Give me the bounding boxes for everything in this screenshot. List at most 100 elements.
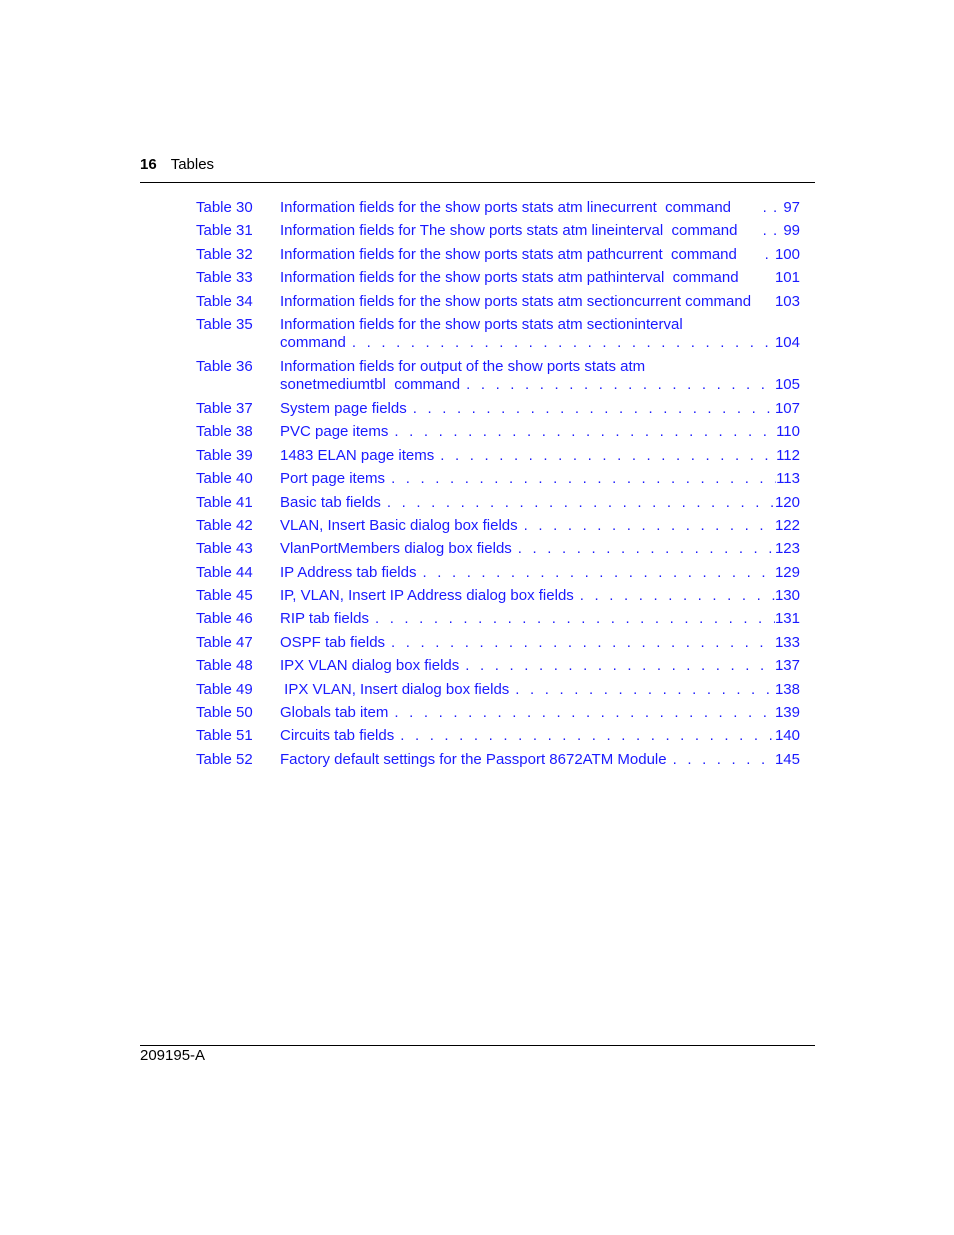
toc-entry[interactable]: Table 38 PVC page items . . . . . . . . . … [196, 423, 800, 441]
toc-entry-label[interactable]: Table 33 [196, 269, 253, 287]
toc-entry-label[interactable]: Table 50 [196, 704, 253, 722]
toc-entry[interactable]: Table 45 IP, VLAN, Insert IP Address dial… [196, 587, 800, 605]
toc-entry[interactable]: Table 50 Globals tab item . . . . . . . . … [196, 704, 800, 722]
toc-entry[interactable]: Table 33 Information fields for the show … [196, 269, 800, 287]
toc-entry-label[interactable]: Table 40 [196, 470, 253, 488]
toc-entry-label[interactable]: Table 42 [196, 517, 253, 535]
toc-entry-title[interactable]: Information fields for the show ports st… [280, 199, 731, 217]
toc-entry-title[interactable]: IP Address tab fields [280, 564, 416, 582]
toc-entry-label[interactable]: Table 35 [196, 316, 253, 334]
toc-entry[interactable]: Table 35 Information fields for the show … [196, 316, 800, 352]
toc-entry-page-number[interactable]: 138 [775, 681, 800, 699]
toc-entry-page-number[interactable]: 112 [776, 447, 800, 465]
toc-entry-title[interactable]: OSPF tab fields [280, 634, 385, 652]
toc-entry-title[interactable]: PVC page items [280, 423, 388, 441]
toc-entry-label[interactable]: Table 38 [196, 423, 253, 441]
toc-entry-label[interactable]: Table 45 [196, 587, 253, 605]
toc-entry[interactable]: Table 30 Information fields for the show … [196, 199, 800, 217]
toc-entry-label[interactable]: Table 49 [196, 681, 253, 699]
toc-entry[interactable]: Table 43 VlanPortMembers dialog box field… [196, 540, 800, 558]
section-title: Tables [170, 156, 215, 173]
dot-leader: . . [757, 222, 784, 240]
toc-entry-label[interactable]: Table 47 [196, 634, 253, 652]
toc-entry[interactable]: Table 40 Port page items . . . . . . . . .… [196, 470, 800, 488]
toc-entry-label[interactable]: Table 46 [196, 610, 253, 628]
dot-leader: . . . . . . . . . . . . . . . . . . . . … [465, 657, 775, 675]
toc-entry-title[interactable]: RIP tab fields [280, 610, 369, 628]
toc-entry[interactable]: Table 52 Factory default settings for the… [196, 751, 800, 769]
toc-entry-title[interactable]: VlanPortMembers dialog box fields [280, 540, 512, 558]
toc-entry-label[interactable]: Table 37 [196, 400, 253, 418]
toc-entry-label[interactable]: Table 31 [196, 222, 253, 240]
toc-entry-title[interactable]: Globals tab item [280, 704, 388, 722]
toc-entry[interactable]: Table 47 OSPF tab fields . . . . . . . . .… [196, 634, 800, 652]
toc-entry-page-number[interactable]: 131 [775, 610, 800, 628]
toc-entry[interactable]: Table 46 RIP tab fields . . . . . . . . . … [196, 610, 800, 628]
toc-entry-page-number[interactable]: 120 [775, 494, 800, 512]
toc-entry-label[interactable]: Table 34 [196, 293, 253, 311]
toc-entry-page-number[interactable]: 139 [775, 704, 800, 722]
toc-entry-page-number[interactable]: 140 [775, 727, 800, 745]
toc-entry-page-number[interactable]: 129 [775, 564, 800, 582]
toc-entry[interactable]: Table 51 Circuits tab fields . . . . . . .… [196, 727, 800, 745]
toc-entry-label[interactable]: Table 32 [196, 246, 253, 264]
toc-entry-title[interactable]: IP, VLAN, Insert IP Address dialog box f… [280, 587, 574, 605]
toc-entry-label[interactable]: Table 48 [196, 657, 253, 675]
toc-entry[interactable]: Table 41 Basic tab fields . . . . . . . . … [196, 494, 800, 512]
toc-entry-label[interactable]: Table 36 [196, 358, 253, 376]
toc-entry[interactable]: Table 49 IPX VLAN, Insert dialog box fie… [196, 681, 800, 699]
toc-entry-page-number[interactable]: 110 [776, 423, 800, 441]
toc-entry-page-number[interactable]: 107 [775, 400, 800, 418]
toc-entry-title[interactable]: Information fields for the show ports st… [280, 246, 737, 264]
toc-entry-title[interactable]: System page fields [280, 400, 407, 418]
toc-entry-page-number[interactable]: 133 [775, 634, 800, 652]
toc-entry-page-number[interactable]: 122 [775, 517, 800, 535]
toc-entry-label[interactable]: Table 43 [196, 540, 253, 558]
toc-entry-title[interactable]: IPX VLAN, Insert dialog box fields [280, 681, 509, 699]
toc-entry-title[interactable]: Information fields for the show ports st… [280, 316, 683, 334]
toc-entry-label[interactable]: Table 41 [196, 494, 253, 512]
toc-entry-page-number[interactable]: 105 [775, 376, 800, 394]
toc-entry-title[interactable]: VLAN, Insert Basic dialog box fields [280, 517, 518, 535]
toc-entry-page-number[interactable]: 113 [776, 470, 800, 488]
toc-entry-page-number[interactable]: 99 [783, 222, 800, 240]
toc-entry-title[interactable]: Port page items [280, 470, 385, 488]
toc-entry-label[interactable]: Table 44 [196, 564, 253, 582]
toc-entry-title[interactable]: IPX VLAN dialog box fields [280, 657, 459, 675]
toc-entry[interactable]: Table 31 Information fields for The show … [196, 222, 800, 240]
footer-divider [140, 1045, 815, 1046]
toc-entry-title[interactable]: command [280, 334, 346, 352]
toc-entry-title[interactable]: Information fields for output of the sho… [280, 358, 645, 376]
toc-entry[interactable]: Table 32 Information fields for the show … [196, 246, 800, 264]
toc-entry-label[interactable]: Table 51 [196, 727, 253, 745]
toc-entry[interactable]: Table 42 VLAN, Insert Basic dialog box fi… [196, 517, 800, 535]
toc-entry[interactable]: Table 39 1483 ELAN page items . . . . . . … [196, 447, 800, 465]
toc-entry-page-number[interactable]: 123 [775, 540, 800, 558]
toc-entry-page-number[interactable]: 100 [775, 246, 800, 264]
toc-entry[interactable]: Table 34 Information fields for the show … [196, 293, 800, 311]
dot-leader: . [759, 245, 775, 263]
toc-entry[interactable]: Table 36 Information fields for output of… [196, 358, 800, 394]
toc-entry-title[interactable]: Basic tab fields [280, 494, 381, 512]
toc-entry-title[interactable]: Information fields for the show ports st… [280, 269, 739, 287]
toc-entry[interactable]: Table 44 IP Address tab fields . . . . . .… [196, 564, 800, 582]
toc-entry-page-number[interactable]: 104 [775, 334, 800, 352]
toc-entry-title[interactable]: Information fields for The show ports st… [280, 222, 737, 240]
toc-entry-label[interactable]: Table 30 [196, 199, 253, 217]
toc-entry[interactable]: Table 37 System page fields . . . . . . . … [196, 400, 800, 418]
toc-entry-title[interactable]: Circuits tab fields [280, 727, 394, 745]
toc-entry-label[interactable]: Table 39 [196, 447, 253, 465]
toc-entry-page-number[interactable]: 101 [775, 269, 800, 287]
toc-entry[interactable]: Table 48 IPX VLAN dialog box fields . . . … [196, 657, 800, 675]
toc-entry-page-number[interactable]: 103 [775, 293, 800, 311]
toc-entry-label[interactable]: Table 52 [196, 751, 253, 769]
dot-leader: . . . . . . . . . . . . . . . . . . . . … [515, 680, 775, 698]
toc-entry-title[interactable]: sonetmediumtbl command [280, 376, 460, 394]
toc-entry-title[interactable]: Factory default settings for the Passpor… [280, 751, 667, 769]
toc-entry-page-number[interactable]: 130 [775, 587, 800, 605]
toc-entry-page-number[interactable]: 145 [775, 751, 800, 769]
toc-entry-title[interactable]: Information fields for the show ports st… [280, 293, 751, 311]
toc-entry-page-number[interactable]: 97 [783, 199, 800, 217]
toc-entry-page-number[interactable]: 137 [775, 657, 800, 675]
toc-entry-title[interactable]: 1483 ELAN page items [280, 447, 434, 465]
